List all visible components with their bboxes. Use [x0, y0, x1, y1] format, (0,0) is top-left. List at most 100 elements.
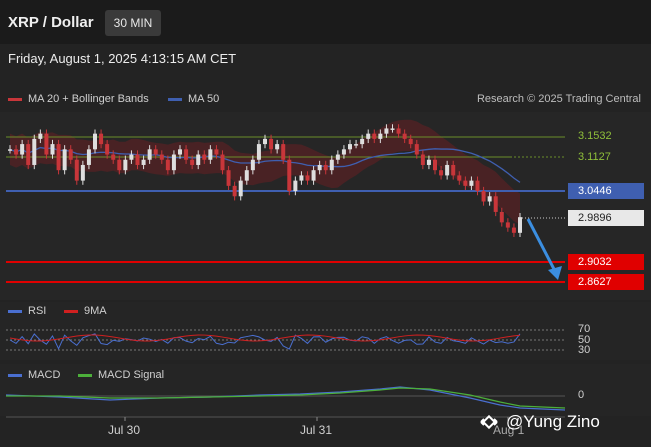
candle-body — [487, 196, 492, 202]
candle-body — [129, 154, 134, 160]
candle-body — [335, 154, 340, 160]
candle-body — [74, 159, 79, 181]
chart-widget: XRP / Dollar 30 MIN Friday, August 1, 20… — [0, 0, 651, 447]
legend-rsi-ma: 9MA — [64, 305, 107, 317]
candle-body — [518, 217, 522, 233]
legend-macd: MACD — [8, 369, 60, 381]
candle-body — [178, 149, 182, 155]
candle-body — [256, 144, 261, 160]
candle-body — [171, 154, 176, 171]
legend-rsi: RSI — [8, 305, 46, 317]
candle-body — [117, 159, 122, 171]
candle-body — [360, 138, 365, 145]
candle-body — [244, 170, 249, 181]
candle-body — [299, 175, 304, 181]
candle-body — [165, 159, 170, 171]
candle-body — [190, 159, 195, 165]
candle-body — [44, 133, 49, 155]
candle-body — [202, 154, 207, 160]
legend-macd-signal: MACD Signal — [78, 369, 164, 381]
candle-body — [275, 144, 280, 150]
candle-body — [32, 138, 37, 165]
candle-body — [390, 128, 395, 130]
candle-body — [226, 170, 231, 186]
candle-body — [93, 133, 97, 150]
candle-body — [147, 149, 152, 160]
candle-body — [305, 175, 310, 181]
candle-body — [62, 149, 67, 171]
candle-body — [317, 164, 322, 171]
candle-body — [366, 133, 371, 139]
candle-body — [184, 149, 189, 160]
candle-body — [311, 170, 316, 181]
candle-body — [341, 149, 346, 155]
candle-body — [99, 133, 104, 145]
candle-body — [469, 180, 474, 186]
candle-body — [56, 144, 61, 171]
candle-body — [208, 149, 213, 160]
macd-swatch — [8, 373, 22, 377]
candle-body — [323, 164, 328, 171]
candle-body — [196, 154, 201, 165]
candle-body — [20, 144, 25, 155]
level-r2: 3.1127 — [578, 151, 611, 163]
candle-body — [50, 144, 55, 155]
candle-body — [439, 170, 444, 176]
level-r1: 3.1532 — [578, 130, 612, 142]
candle-body — [86, 149, 91, 165]
candle-body — [414, 144, 419, 155]
candle-body — [481, 191, 486, 202]
macd-zero-label: 0 — [578, 389, 585, 401]
candle-body — [433, 159, 437, 171]
candle-body — [123, 159, 128, 171]
watermark-text: @Yung Zino — [506, 412, 600, 431]
candle-body — [263, 138, 267, 145]
candle-body — [135, 154, 140, 165]
candle-body — [26, 144, 31, 165]
candle-body — [493, 196, 498, 212]
candle-body — [250, 159, 255, 171]
candle-body — [348, 144, 352, 150]
macd-label: MACD — [28, 369, 61, 381]
candle-body — [354, 144, 359, 146]
macd-signal-label: MACD Signal — [98, 369, 165, 381]
candle-body — [420, 154, 425, 165]
rsi-ma-label: 9MA — [84, 305, 107, 317]
rsi-label: RSI — [28, 305, 47, 317]
candle-body — [68, 149, 73, 160]
candle-body — [475, 180, 480, 192]
candle-body — [105, 144, 110, 155]
candle-body — [232, 185, 237, 197]
candle-body — [457, 175, 462, 181]
candle-body — [451, 164, 456, 176]
candle-body — [372, 133, 377, 139]
candle-body — [238, 180, 243, 197]
candle-body — [408, 138, 413, 145]
x-label-jul30: Jul 30 — [108, 423, 141, 437]
level-s2: 2.8627 — [568, 274, 644, 290]
watermark: @Yung Zino — [478, 405, 648, 439]
rsi-ma-swatch — [64, 309, 78, 313]
candle-body — [141, 159, 146, 165]
candle-body — [220, 154, 225, 171]
candle-body — [402, 133, 407, 139]
candle-body — [111, 154, 116, 160]
candle-body — [159, 154, 164, 160]
candle-body — [463, 180, 468, 186]
candle-body — [153, 149, 158, 155]
level-ma50: 3.0446 — [568, 183, 644, 199]
macd-signal-swatch — [78, 373, 92, 377]
candle-body — [378, 133, 383, 139]
candle-body — [293, 180, 298, 192]
rsi-swatch — [8, 309, 22, 313]
candle-body — [396, 128, 401, 134]
candle-body — [511, 227, 516, 233]
candle-body — [445, 164, 450, 176]
candle-body — [80, 164, 85, 181]
candle-body — [14, 149, 19, 155]
binance-logo-icon — [480, 414, 498, 430]
candle-body — [426, 159, 431, 165]
candle-body — [38, 133, 43, 139]
level-s1: 2.9032 — [568, 254, 644, 270]
candle-body — [384, 128, 389, 134]
